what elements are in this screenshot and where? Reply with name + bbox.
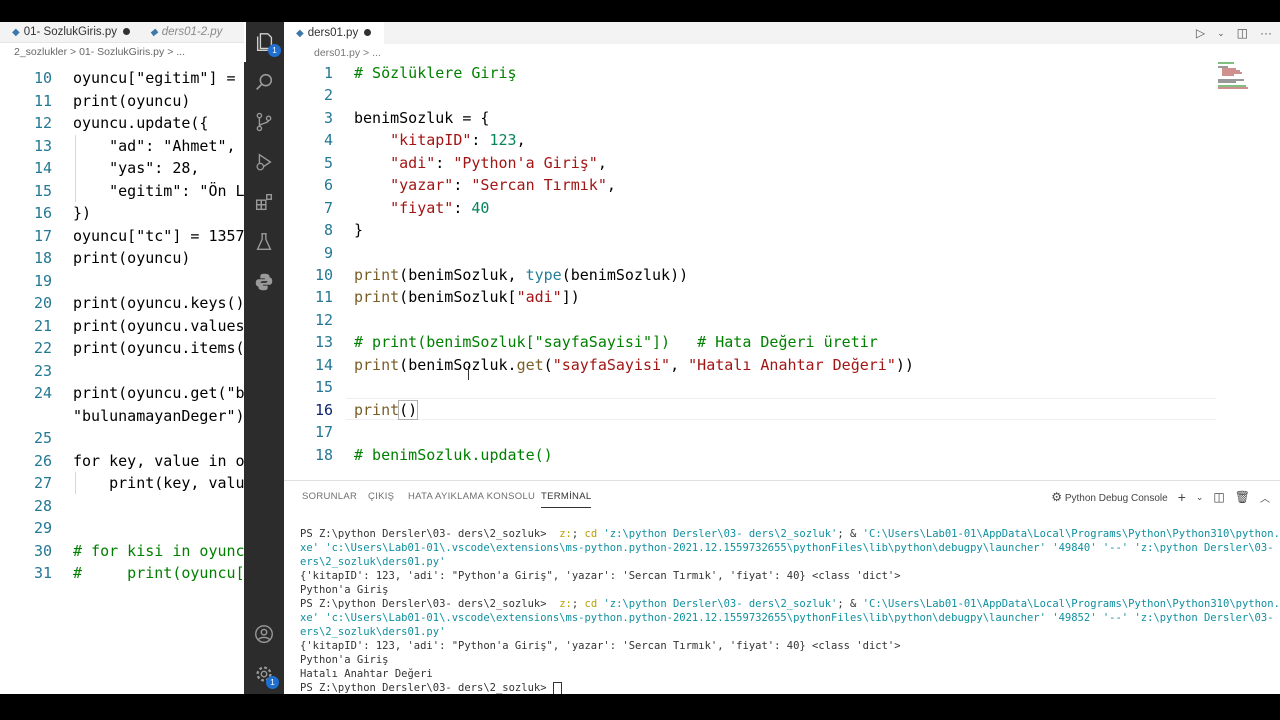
tab-debug-console[interactable]: HATA AYIKLAMA KONSOLU — [408, 491, 535, 502]
account-icon — [255, 625, 273, 643]
search-button[interactable] — [244, 62, 284, 102]
left-editor-window: ◆ 01- SozlukGiris.py ◆ ders01-2.py 2_sozlu… — [0, 22, 244, 694]
manage-button[interactable]: 1 — [244, 654, 284, 694]
main-editor-window: ◆ ders01.py ▷ ⌄ ◫ ··· ders01.py > ... 1 # … — [284, 22, 1280, 695]
left-tab-bar: ◆ 01- SozlukGiris.py ◆ ders01-2.py — [0, 22, 244, 43]
python-icon — [255, 273, 273, 291]
terminal-line: {'kitapID': 123, 'adi': "Python'a Giriş"… — [300, 570, 901, 582]
testing-icon — [256, 233, 272, 251]
minimap[interactable] — [1218, 62, 1262, 92]
tab-problems[interactable]: SORUNLAR — [302, 491, 357, 502]
terminal-line: PS Z:\python Dersler\03- ders\2_sozluk> — [300, 681, 1278, 695]
terminal-line: Python'a Giriş — [300, 584, 389, 596]
terminal-line: xe' 'c:\Users\Lab01-01\.vscode\extension… — [300, 542, 1280, 554]
source-control-button[interactable] — [244, 102, 284, 142]
testing-button[interactable] — [244, 222, 284, 262]
breadcrumb[interactable]: 2_sozlukler > 01- SozlukGiris.py > ... — [0, 42, 244, 62]
indent-guide — [75, 134, 76, 202]
tab-output[interactable]: ÇIKIŞ — [368, 491, 394, 502]
letterbox-bar — [0, 694, 1280, 720]
code-area[interactable]: 1 # Sözlüklere Giriş 2 3 benimSozluk = { 4… — [284, 62, 1280, 482]
terminal-selector[interactable]: ⚙ Python Debug Console — [1051, 490, 1167, 504]
tab-ders01-2[interactable]: ◆ ders01-2.py — [150, 22, 222, 42]
explorer-button[interactable]: 1 — [244, 22, 284, 62]
terminal-line: xe' 'c:\Users\Lab01-01\.vscode\extension… — [300, 612, 1280, 624]
run-debug-button[interactable] — [244, 142, 284, 182]
left-code-area[interactable]: 10 oyuncu["egitim"] = 11 print(oyuncu) 12 oy… — [0, 67, 244, 667]
terminal-line: {'kitapID': 123, 'adi': "Python'a Giriş"… — [300, 640, 901, 652]
terminal-line: ers\2_sozluk\ders01.py' — [300, 556, 446, 568]
editor-actions: ▷ ⌄ ◫ ··· — [1196, 22, 1272, 44]
terminal-cursor — [552, 681, 562, 695]
tab-01-sozlukgiris[interactable]: ◆ 01- SozlukGiris.py — [12, 22, 131, 42]
search-icon — [256, 73, 273, 90]
unsaved-dot-icon — [364, 29, 372, 37]
bottom-panel: SORUNLAR ÇIKIŞ HATA AYIKLAMA KONSOLU TER… — [284, 480, 1280, 695]
terminal-output[interactable]: PS Z:\python Dersler\03- ders\2_sozluk> … — [300, 527, 1280, 695]
mouse-ibeam-cursor — [468, 366, 469, 380]
source-control-icon — [256, 112, 272, 132]
run-dropdown-icon[interactable]: ⌄ — [1217, 28, 1225, 39]
run-file-icon[interactable]: ▷ — [1196, 26, 1205, 40]
terminal-line: Hatalı Anahtar Değeri — [300, 668, 433, 680]
terminal-line: PS Z:\python Dersler\03- ders\2_sozluk> … — [300, 598, 1280, 610]
python-file-icon: ◆ — [296, 28, 304, 39]
new-terminal-icon[interactable]: + — [1178, 489, 1186, 505]
terminal-line: ers\2_sozluk\ders01.py' — [300, 626, 446, 638]
python-button[interactable] — [244, 262, 284, 302]
indent-guide — [75, 472, 76, 494]
extensions-icon — [255, 193, 273, 211]
python-file-icon: ◆ — [12, 27, 20, 38]
run-debug-icon — [256, 153, 272, 171]
activity-bar: 1 1 — [244, 22, 284, 694]
settings-badge: 1 — [266, 676, 279, 689]
account-button[interactable] — [244, 614, 284, 654]
tab-ders01[interactable]: ◆ ders01.py — [284, 22, 384, 44]
explorer-badge: 1 — [268, 44, 281, 57]
extensions-button[interactable] — [244, 182, 284, 222]
split-editor-icon[interactable]: ◫ — [1237, 26, 1248, 40]
breadcrumb[interactable]: ders01.py > ... — [314, 44, 381, 62]
terminal-dropdown-icon[interactable]: ⌄ — [1196, 492, 1204, 503]
terminal-line: Python'a Giriş — [300, 654, 389, 666]
python-file-icon: ◆ — [150, 27, 158, 38]
debug-gear-icon: ⚙ — [1051, 490, 1063, 504]
terminal-line: PS Z:\python Dersler\03- ders\2_sozluk> … — [300, 528, 1280, 540]
unsaved-dot-icon — [123, 28, 131, 36]
tab-terminal[interactable]: TERMİNAL — [541, 491, 592, 508]
maximize-panel-icon[interactable]: ︿ — [1260, 490, 1270, 505]
more-actions-icon[interactable]: ··· — [1260, 26, 1272, 40]
kill-terminal-icon[interactable]: 🗑 — [1235, 490, 1250, 504]
split-terminal-icon[interactable]: ◫ — [1213, 490, 1224, 504]
terminal-actions: ⚙ Python Debug Console + ⌄ ◫ 🗑 ︿ — [1051, 487, 1270, 507]
editor-tab-bar: ◆ ders01.py ▷ ⌄ ◫ ··· — [284, 22, 1280, 44]
